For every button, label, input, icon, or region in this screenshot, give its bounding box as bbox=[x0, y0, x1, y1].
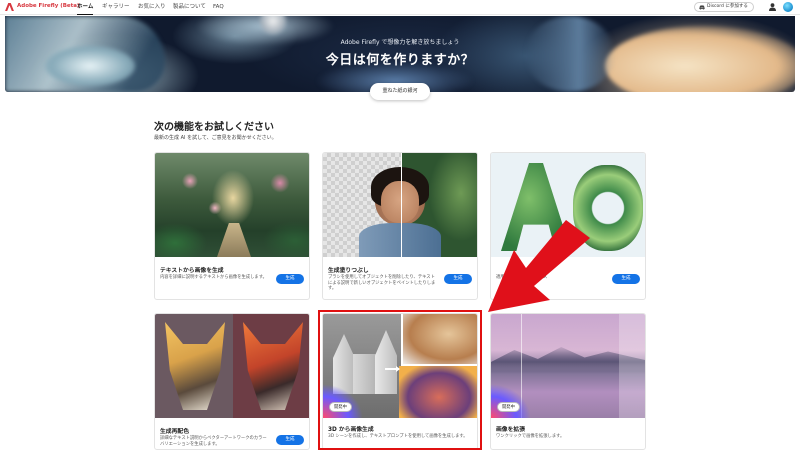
card-description: 詳細なテキスト説明からベクターアートワークのカラーバリエーションを生成します。 bbox=[160, 436, 267, 447]
nav-favorites[interactable]: お気に入り bbox=[138, 2, 166, 13]
discord-icon bbox=[699, 4, 705, 10]
card-image: 開発中 bbox=[491, 314, 645, 418]
card-image bbox=[155, 153, 309, 257]
nav-about[interactable]: 製品について bbox=[173, 2, 206, 13]
hero-title: 今日は何を作りますか？ bbox=[325, 53, 475, 68]
generate-button[interactable]: 生成 bbox=[276, 274, 304, 284]
generate-button[interactable]: 生成 bbox=[612, 274, 640, 284]
card-title: 生成再配色 bbox=[160, 429, 189, 435]
card-title: テキストから画像を生成 bbox=[160, 268, 224, 274]
generate-button[interactable]: 生成 bbox=[444, 274, 472, 284]
nav-home[interactable]: ホーム bbox=[77, 2, 94, 15]
section-description: 最新の生成 AI を試して、ご意見をお聞かせください。 bbox=[154, 135, 277, 141]
user-icon[interactable] bbox=[769, 3, 776, 11]
generate-button[interactable]: 生成 bbox=[276, 435, 304, 445]
avatar[interactable] bbox=[783, 2, 793, 12]
nav-faq[interactable]: FAQ bbox=[213, 2, 224, 13]
discord-label: Discord に参加する bbox=[707, 4, 748, 9]
red-arrow-icon bbox=[488, 220, 590, 312]
feature-card-text-to-image[interactable]: テキストから画像を生成 内容を詳細に説明するテキストから画像を生成します。 生成 bbox=[154, 152, 310, 300]
hero-banner: Adobe Firefly で想像力を解き放ちましょう 今日は何を作りますか？ bbox=[5, 16, 795, 92]
gallery-prompt-button[interactable]: 重ねた紙の銀河 bbox=[370, 83, 430, 100]
top-bar: Adobe Firefly (Beta) ホーム ギャラリー お気に入り 製品に… bbox=[0, 0, 800, 15]
feature-card-generative-fill[interactable]: 生成塗りつぶし ブラシを使用してオブジェクトを削除したり、テキストによる説明で新… bbox=[322, 152, 478, 300]
adobe-logo-icon[interactable] bbox=[5, 3, 14, 11]
card-title: 画像を拡張 bbox=[496, 427, 525, 433]
nav-gallery[interactable]: ギャラリー bbox=[102, 2, 130, 13]
card-description: ワンクリックで画像を拡張します。 bbox=[496, 434, 565, 439]
card-image bbox=[323, 153, 477, 257]
highlight-box bbox=[318, 310, 482, 450]
card-image bbox=[155, 314, 309, 418]
card-description: ブラシを使用してオブジェクトを削除したり、テキストによる説明で新しいオブジェクト… bbox=[328, 275, 436, 292]
brand-name[interactable]: Adobe Firefly (Beta) bbox=[17, 3, 80, 9]
card-description: 内容を詳細に説明するテキストから画像を生成します。 bbox=[160, 275, 267, 280]
status-badge: 開発中 bbox=[497, 402, 520, 412]
hero-subtitle: Adobe Firefly で想像力を解き放ちましょう bbox=[340, 39, 460, 46]
discord-button[interactable]: Discord に参加する bbox=[694, 2, 754, 12]
feature-card-generative-recolor[interactable]: 生成再配色 詳細なテキスト説明からベクターアートワークのカラーバリエーションを生… bbox=[154, 313, 310, 450]
section-title: 次の機能をお試しください bbox=[154, 122, 274, 133]
card-title: 生成塗りつぶし bbox=[328, 268, 369, 274]
feature-card-expand-image[interactable]: 開発中 画像を拡張 ワンクリックで画像を拡張します。 bbox=[490, 313, 646, 450]
